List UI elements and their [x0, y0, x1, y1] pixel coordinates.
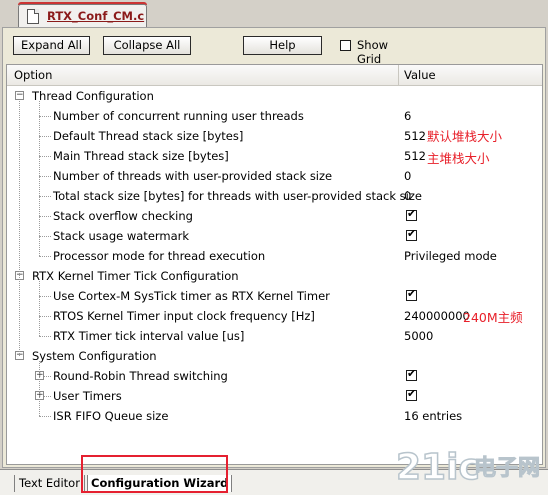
tree-connector — [39, 281, 40, 336]
highlight-box — [81, 455, 228, 493]
svg-text:电子网: 电子网 — [474, 456, 540, 481]
checkmark-icon: ✔ — [407, 387, 417, 400]
annotation-default-stack: 默认堆栈大小 — [427, 129, 503, 144]
option-value[interactable]: 5000 — [404, 329, 433, 343]
annotation-clock-frequency: 240M主频 — [463, 310, 523, 325]
tree-connector — [39, 236, 51, 237]
option-row[interactable]: ISR FIFO Queue size 16 entries — [7, 406, 542, 426]
collapse-all-button[interactable]: Collapse All — [103, 36, 191, 55]
configuration-wizard-panel: Expand All Collapse All Help Show Grid O… — [2, 27, 546, 468]
option-column-header[interactable]: Option — [14, 68, 52, 82]
watermark-logo: 21ic 电子网 — [395, 446, 540, 489]
tree-connector — [39, 336, 51, 337]
tree-connector — [39, 196, 51, 197]
tab-text-editor[interactable]: Text Editor — [14, 475, 85, 492]
help-button[interactable]: Help — [243, 36, 322, 55]
option-row[interactable]: Number of concurrent running user thread… — [7, 106, 542, 126]
option-checkbox[interactable]: ✔ — [406, 227, 417, 241]
option-label: Total stack size [bytes] for threads wit… — [53, 189, 422, 203]
tree-connector — [39, 136, 51, 137]
option-value[interactable]: 6 — [404, 109, 411, 123]
tree-connector — [39, 156, 51, 157]
option-label: Stack usage watermark — [53, 229, 190, 243]
column-divider[interactable] — [398, 65, 399, 85]
option-row[interactable]: RTOS Kernel Timer input clock frequency … — [7, 306, 542, 326]
show-grid-checkbox[interactable] — [340, 40, 351, 51]
tree-connector — [39, 296, 51, 297]
tree-connector — [39, 256, 51, 257]
expand-all-button[interactable]: Expand All — [13, 36, 90, 55]
svg-text:21ic: 21ic — [396, 447, 480, 488]
checkmark-icon: ✔ — [407, 207, 417, 220]
group-label: System Configuration — [32, 349, 157, 363]
tree-connector — [19, 101, 20, 356]
option-row[interactable]: Total stack size [bytes] for threads wit… — [7, 186, 542, 206]
group-row[interactable]: − RTX Kernel Timer Tick Configuration — [7, 266, 542, 286]
file-tab-strip: RTX_Conf_CM.c — [0, 0, 548, 28]
tree-connector — [39, 116, 51, 117]
option-label: User Timers — [53, 389, 122, 403]
group-row[interactable]: − Thread Configuration — [7, 86, 542, 106]
option-value[interactable]: 512 — [404, 149, 426, 163]
option-value[interactable]: 0 — [404, 189, 411, 203]
option-value[interactable]: 0 — [404, 169, 411, 183]
option-checkbox[interactable]: ✔ — [406, 387, 417, 401]
tree-connector — [39, 176, 51, 177]
option-row[interactable]: RTX Timer tick interval value [us] 5000 — [7, 326, 542, 346]
option-row[interactable]: + Round-Robin Thread switching ✔ — [7, 366, 542, 386]
option-checkbox[interactable]: ✔ — [406, 287, 417, 301]
option-label: Processor mode for thread execution — [53, 249, 266, 263]
option-label: Stack overflow checking — [53, 209, 193, 223]
file-tab-title: RTX_Conf_CM.c — [47, 9, 145, 23]
option-value[interactable]: 16 entries — [404, 409, 462, 423]
option-checkbox[interactable]: ✔ — [406, 207, 417, 221]
option-label: Round-Robin Thread switching — [53, 369, 228, 383]
option-label: Main Thread stack size [bytes] — [53, 149, 229, 163]
option-value[interactable]: Privileged mode — [404, 249, 497, 263]
grid-header: Option Value — [7, 65, 542, 86]
option-row[interactable]: Processor mode for thread execution Privi… — [7, 246, 542, 266]
group-label: Thread Configuration — [32, 89, 154, 103]
tree-connector — [44, 396, 51, 397]
value-column-header[interactable]: Value — [404, 68, 436, 82]
option-row[interactable]: Stack overflow checking ✔ — [7, 206, 542, 226]
tree-connector — [39, 216, 51, 217]
collapse-toggle-icon[interactable]: − — [15, 91, 24, 100]
option-label: RTX Timer tick interval value [us] — [53, 329, 245, 343]
option-row[interactable]: + User Timers ✔ — [7, 386, 542, 406]
option-label: ISR FIFO Queue size — [53, 409, 169, 423]
option-label: Number of threads with user-provided sta… — [53, 169, 333, 183]
checkmark-icon: ✔ — [407, 287, 417, 300]
c-file-icon — [27, 9, 39, 24]
option-row[interactable]: Stack usage watermark ✔ — [7, 226, 542, 246]
show-grid-label: Show Grid — [357, 38, 389, 66]
tree-connector — [39, 416, 51, 417]
option-label: Use Cortex-M SysTick timer as RTX Kernel… — [53, 289, 330, 303]
option-label: Number of concurrent running user thread… — [53, 109, 304, 123]
option-value[interactable]: 512 — [404, 129, 426, 143]
options-grid: Option Value − Thread Configuration Number… — [6, 64, 543, 465]
tree-connector — [39, 316, 51, 317]
option-label: Default Thread stack size [bytes] — [53, 129, 244, 143]
file-tab[interactable]: RTX_Conf_CM.c — [18, 4, 147, 28]
option-label: RTOS Kernel Timer input clock frequency … — [53, 309, 315, 323]
checkmark-icon: ✔ — [407, 227, 417, 240]
tree-connector — [39, 101, 40, 256]
group-row[interactable]: − System Configuration — [7, 346, 542, 366]
annotation-main-stack: 主堆栈大小 — [427, 151, 490, 166]
tree-connector — [39, 361, 40, 416]
option-row[interactable]: Number of threads with user-provided sta… — [7, 166, 542, 186]
option-checkbox[interactable]: ✔ — [406, 367, 417, 381]
group-label: RTX Kernel Timer Tick Configuration — [32, 269, 239, 283]
option-value[interactable]: 240000000 — [404, 309, 470, 323]
checkmark-icon: ✔ — [407, 367, 417, 380]
option-row[interactable]: Use Cortex-M SysTick timer as RTX Kernel… — [7, 286, 542, 306]
tree-connector — [44, 376, 51, 377]
